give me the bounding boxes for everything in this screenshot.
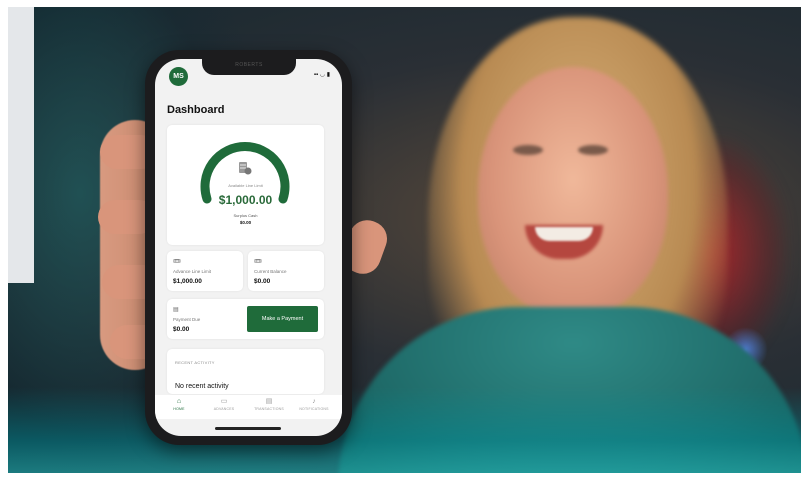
home-indicator [215, 427, 281, 430]
ticket-icon: ▭ [220, 398, 228, 405]
gauge-label: Available Line Limit [228, 183, 263, 188]
tab-home[interactable]: ⌂ HOME [159, 398, 199, 411]
phone-screen: ROBERTS MS ▪▪ ◡ ▮ Dashboard Available Li… [155, 59, 342, 436]
line-limit-card: Available Line Limit $1,000.00 Surplus C… [167, 125, 324, 245]
tab-transactions[interactable]: ▤ TRANSACTIONS [249, 398, 289, 411]
right-eye [578, 145, 608, 155]
advance-line-limit-value: $1,000.00 [173, 278, 202, 285]
surplus-cash-value: $0.00 [239, 220, 252, 225]
payment-due-label: Payment Due [173, 317, 201, 322]
make-payment-button[interactable]: Make a Payment [247, 306, 318, 332]
advance-line-limit-label: Advance Line Limit [173, 269, 212, 274]
bottom-tab-bar: ⌂ HOME ▭ ADVANCES ▤ TRANSACTIONS ♪ NOTIF… [155, 395, 342, 419]
surplus-cash-label: Surplus Cash [233, 213, 258, 218]
recent-activity-title: RECENT ACTIVITY [175, 360, 215, 365]
home-icon: ⌂ [176, 398, 182, 405]
tab-home-label: HOME [173, 407, 185, 411]
coins-icon [239, 162, 252, 175]
tab-advances[interactable]: ▭ ADVANCES [204, 398, 244, 411]
teeth [535, 227, 593, 241]
current-balance-label: Current Balance [254, 269, 287, 274]
advance-line-limit-card[interactable]: 🎟 Advance Line Limit $1,000.00 [167, 251, 243, 291]
corner-accent-cut [8, 205, 34, 283]
avatar[interactable]: MS [169, 67, 188, 86]
tab-notifications-label: NOTIFICATIONS [299, 407, 329, 411]
gauge-amount: $1,000.00 [218, 193, 273, 207]
ticket-icon: 🎟 [254, 259, 262, 265]
receipt-icon: ▤ [173, 307, 179, 313]
tab-notifications[interactable]: ♪ NOTIFICATIONS [294, 398, 334, 411]
ticket-icon: 🎟 [173, 259, 181, 265]
status-icons: ▪▪ ◡ ▮ [313, 72, 330, 78]
payment-due-card: ▤ Payment Due $0.00 Make a Payment [167, 299, 324, 339]
status-bar: MS ▪▪ ◡ ▮ [163, 65, 334, 86]
left-eye [513, 145, 543, 155]
tab-advances-label: ADVANCES [213, 407, 235, 411]
recent-activity-card: RECENT ACTIVITY No recent activity [167, 349, 324, 394]
current-balance-card[interactable]: 🎟 Current Balance $0.00 [248, 251, 324, 291]
page-title: Dashboard [167, 104, 225, 116]
recent-activity-empty: No recent activity [175, 383, 229, 390]
bell-icon: ♪ [312, 398, 316, 405]
current-balance-value: $0.00 [254, 278, 271, 285]
tab-transactions-label: TRANSACTIONS [254, 407, 284, 411]
teal-overlay [8, 387, 801, 473]
payment-due-value: $0.00 [173, 326, 190, 333]
receipt-icon: ▤ [265, 398, 273, 405]
woman-face [478, 67, 668, 317]
